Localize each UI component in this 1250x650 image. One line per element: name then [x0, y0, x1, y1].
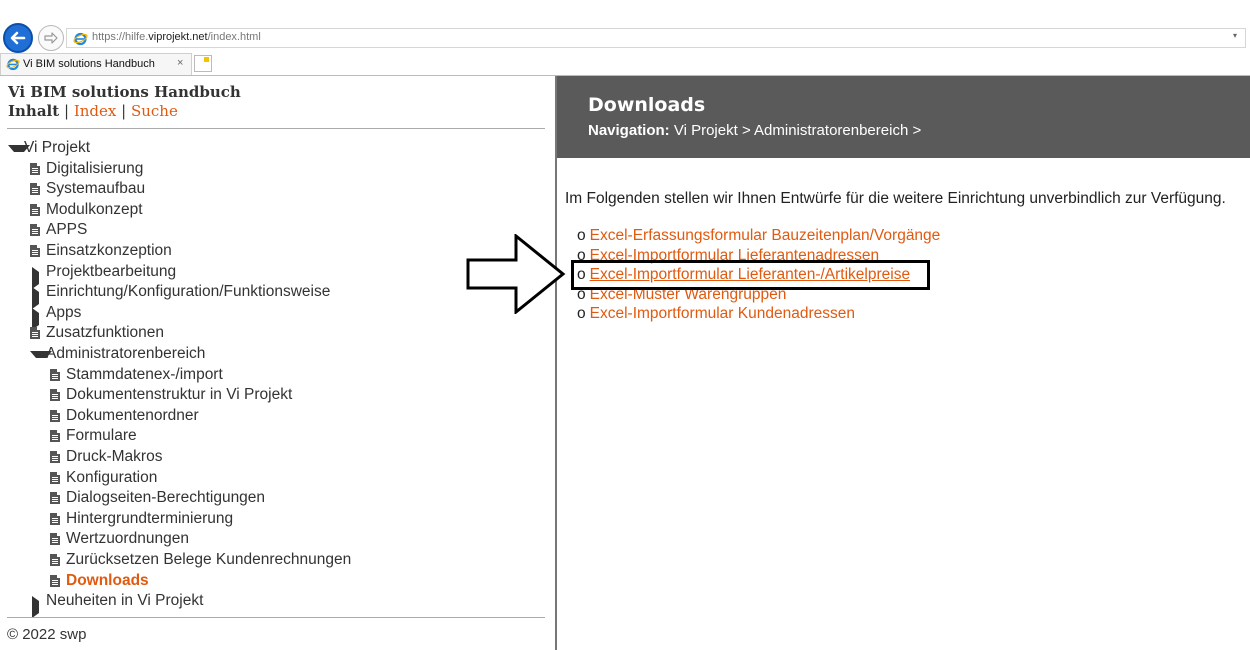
toc-item-label: Formulare [66, 427, 137, 445]
address-bar[interactable]: https://hilfe.viprojekt.net/index.html ▾ [66, 28, 1246, 48]
page-icon [30, 327, 40, 340]
content-pane: Downloads Navigation: Vi Projekt > Admin… [557, 76, 1250, 650]
arrow-right-icon [44, 32, 58, 44]
divider [7, 617, 545, 618]
page-title: Downloads [588, 94, 706, 116]
url-domain: viprojekt.net [148, 31, 208, 43]
toc-nav: Inhalt | Index | Suche [8, 102, 178, 120]
back-button[interactable] [3, 23, 33, 53]
page-icon [30, 203, 40, 216]
close-tab-icon[interactable]: × [177, 57, 183, 69]
highlight-box [571, 260, 930, 290]
toc-item-label: Dokumentenordner [66, 406, 199, 424]
page-icon [30, 183, 40, 196]
page-icon [50, 451, 60, 463]
copyright: © 2022 swp [7, 626, 87, 643]
download-item: o Excel-Erfassungsformular Bauzeitenplan/… [577, 226, 940, 246]
toc-item-label: Einsatzkonzeption [46, 242, 172, 259]
ie-logo-icon [6, 58, 20, 71]
toc-item-label: Digitalisierung [46, 159, 144, 177]
arrow-right-icon [466, 234, 566, 314]
toc-item-label: Modulkonzept [46, 200, 143, 218]
toc-item-label: Druck-Makros [66, 448, 163, 465]
intro-text: Im Folgenden stellen wir Ihnen Entwürfe … [565, 190, 1226, 207]
page-icon [50, 533, 60, 546]
address-dropdown-icon[interactable]: ▾ [1233, 31, 1237, 40]
download-link[interactable]: Excel-Importformular Kundenadressen [590, 305, 855, 322]
toc-item-label: Stammdatenex-/import [66, 365, 223, 383]
forward-button[interactable] [38, 25, 64, 51]
page-icon [50, 492, 60, 505]
page-icon [50, 409, 60, 422]
page-icon [50, 554, 60, 566]
topic-header: Downloads Navigation: Vi Projekt > Admin… [557, 76, 1250, 158]
page-icon [50, 471, 60, 484]
page-icon [30, 224, 40, 237]
nav-suche-link[interactable]: Suche [131, 102, 178, 120]
new-tab-button[interactable] [194, 55, 212, 72]
toc-item-label: Projektbearbeitung [46, 262, 177, 280]
page-icon [50, 430, 60, 443]
toc-item-label: Konfiguration [66, 468, 158, 486]
toc-item-label: Dokumentenstruktur in Vi Projekt [66, 386, 293, 404]
browser-toolbar: https://hilfe.viprojekt.net/index.html ▾… [0, 0, 1250, 76]
toc-item-label: Neuheiten in Vi Projekt [46, 592, 204, 610]
page-icon [50, 368, 60, 381]
nav-index-link[interactable]: Index [74, 102, 117, 120]
url-text: https://hilfe.viprojekt.net/index.html [92, 31, 261, 43]
nav-separator: | [121, 102, 127, 120]
toc-item-label: Zusatzfunktionen [46, 324, 165, 342]
toc-item-label: Downloads [66, 571, 149, 589]
toc-item-label: Wertzuordnungen [66, 530, 189, 548]
divider [7, 128, 545, 129]
breadcrumb-path[interactable]: Vi Projekt > Administratorenbereich > [674, 122, 921, 139]
url-host: https://hilfe. [92, 31, 149, 43]
toc-item-label: APPS [46, 221, 88, 239]
page-icon [50, 512, 60, 525]
bullet: o [577, 227, 586, 244]
toc-item-label: Administratorenbereich [46, 345, 206, 362]
page-icon [30, 245, 40, 257]
url-path: /index.html [207, 31, 261, 43]
toc-item-label: Zurücksetzen Belege Kundenrechnungen [66, 551, 352, 568]
toc-item-label: Apps [46, 303, 82, 321]
ie-logo-icon [73, 32, 88, 46]
page-icon [50, 574, 60, 587]
tab-title: Vi BIM solutions Handbuch [23, 58, 155, 70]
nav-inhalt[interactable]: Inhalt [8, 102, 59, 120]
toc-pane: Vi BIM solutions Handbuch Inhalt | Index… [0, 76, 556, 650]
nav-separator: | [63, 102, 70, 120]
download-link[interactable]: Excel-Erfassungsformular Bauzeitenplan/V… [590, 227, 941, 244]
toc-item-label: Vi Projekt [24, 139, 91, 156]
bullet: o [577, 305, 586, 322]
browser-tab[interactable]: Vi BIM solutions Handbuch × [0, 53, 192, 75]
handbook-title: Vi BIM solutions Handbuch [8, 83, 241, 101]
toc-item-label: Einrichtung/Konfiguration/Funktionsweise [46, 283, 331, 301]
arrow-left-icon [10, 31, 26, 45]
breadcrumb-label: Navigation: [588, 122, 670, 139]
toc-item-label: Dialogseiten-Berechtigungen [66, 489, 266, 507]
breadcrumb: Navigation: Vi Projekt > Administratoren… [588, 122, 921, 139]
download-item: o Excel-Importformular Kundenadressen [577, 304, 855, 324]
page-icon [50, 389, 60, 402]
toc-item-label: Hintergrundterminierung [66, 509, 234, 527]
page-icon [30, 162, 40, 175]
toc-item-label: Systemaufbau [46, 180, 146, 198]
